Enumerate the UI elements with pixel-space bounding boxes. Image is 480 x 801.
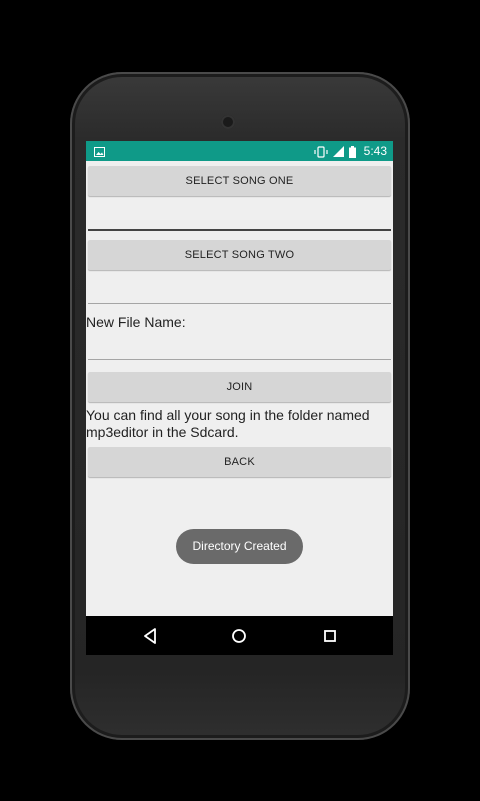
signal-icon xyxy=(333,141,344,161)
song-two-field[interactable] xyxy=(88,281,391,304)
back-icon[interactable] xyxy=(138,624,162,648)
status-bar: 5:43 xyxy=(86,141,393,161)
status-time: 5:43 xyxy=(363,144,387,158)
new-file-name-label: New File Name: xyxy=(86,314,186,330)
song-one-field[interactable] xyxy=(88,207,391,231)
toast-message: Directory Created xyxy=(176,529,303,564)
battery-icon xyxy=(349,141,356,161)
home-icon[interactable] xyxy=(227,624,251,648)
navigation-bar xyxy=(86,616,393,655)
select-song-two-button[interactable]: SELECT SONG TWO xyxy=(88,240,391,270)
back-button[interactable]: BACK xyxy=(88,447,391,477)
info-text: You can find all your song in the folder… xyxy=(86,407,370,440)
image-icon xyxy=(94,141,105,161)
join-button[interactable]: JOIN xyxy=(88,372,391,402)
front-camera xyxy=(221,115,235,129)
vibrate-icon xyxy=(314,141,328,161)
select-song-one-button[interactable]: SELECT SONG ONE xyxy=(88,166,391,196)
recents-icon[interactable] xyxy=(318,624,342,648)
new-file-name-field[interactable] xyxy=(88,337,391,360)
app-screen: 5:43 SELECT SONG ONE SELECT SONG TWO New… xyxy=(86,141,393,655)
